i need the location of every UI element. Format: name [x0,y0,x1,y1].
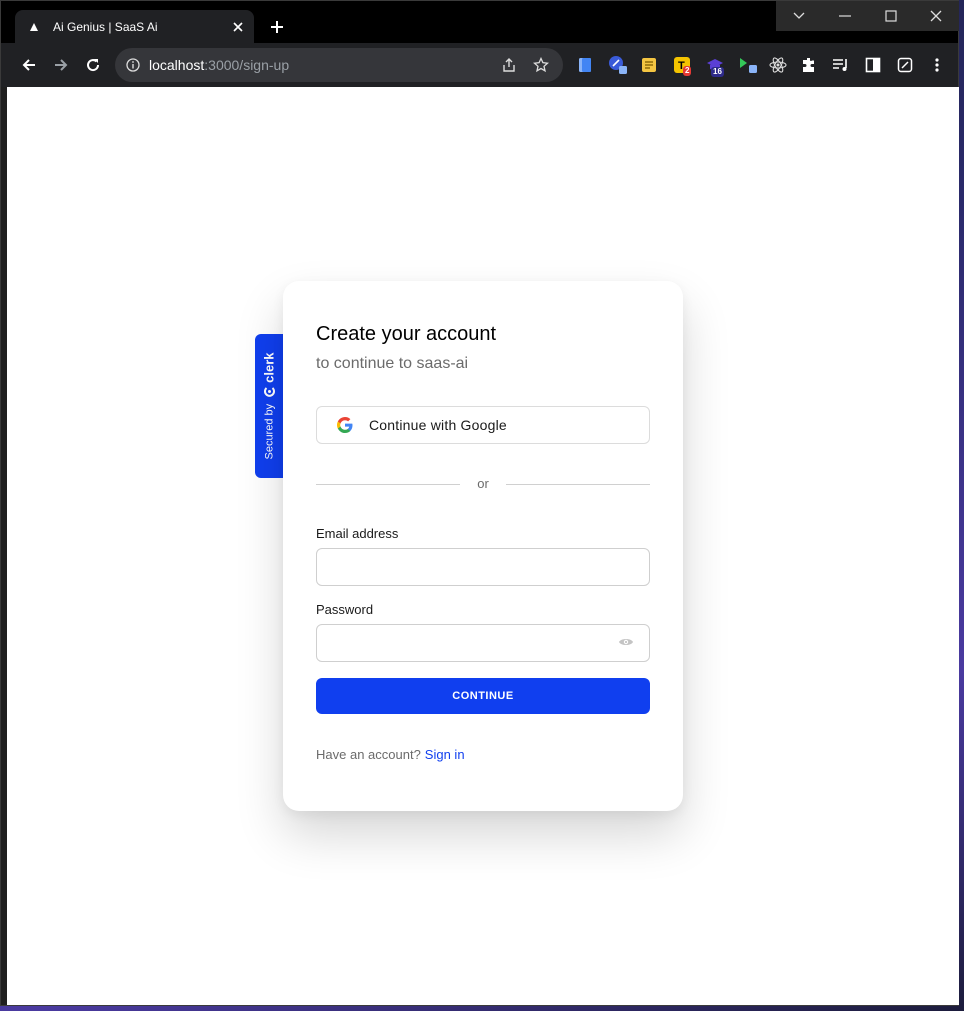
sign-in-link[interactable]: Sign in [425,747,465,762]
google-button-label: Continue with Google [369,417,507,433]
clerk-brand: clerk [261,352,277,398]
browser-toolbar: localhost:3000/sign-up T 2 16 [1,43,958,87]
page-subtitle: to continue to saas-ai [316,355,469,372]
page-content: Secured by clerk Create your account to … [7,87,959,1005]
reload-button[interactable] [79,51,107,79]
more-menu-icon[interactable] [927,55,947,75]
password-label: Password [316,602,374,617]
tab-title: Ai Genius | SaaS Ai [53,19,158,34]
signin-prompt-text: Have an account? [316,747,421,762]
tab-close-icon[interactable] [230,19,246,35]
tab-search-button[interactable] [776,1,822,31]
docs-ext-icon[interactable] [575,55,595,75]
reload-icon [87,59,100,72]
puzzle-extensions-icon[interactable] [799,55,819,75]
divider-line [506,484,650,485]
url-text: localhost:3000/sign-up [149,57,290,73]
arrow-left-icon [22,59,35,71]
google-logo-icon [337,417,353,433]
media-controls-icon[interactable] [831,55,851,75]
page-title: Create your account [316,323,497,345]
signin-prompt: Have an account? Sign in [316,747,465,762]
close-window-button[interactable] [913,1,959,31]
translate-ext-icon[interactable] [608,55,628,75]
email-label: Email address [316,526,399,541]
arrow-right-icon [55,59,68,71]
secured-by-clerk-badge[interactable]: Secured by clerk [255,334,283,478]
back-button[interactable] [15,51,43,79]
new-tab-button[interactable] [263,15,291,39]
address-bar[interactable]: localhost:3000/sign-up [115,48,563,82]
continue-button[interactable]: CONTINUE [316,678,650,714]
tampermonkey-ext-icon[interactable]: T 2 [672,55,692,76]
react-devtools-icon[interactable] [768,55,788,75]
triangle-favicon-icon [29,22,39,32]
bookmark-star-icon[interactable] [531,55,551,75]
or-divider: or [316,476,650,492]
share-icon[interactable] [499,55,519,75]
minimize-button[interactable] [822,1,868,31]
tab-strip: Ai Genius | SaaS Ai [1,1,959,43]
secured-by-text: Secured by [263,403,275,460]
signup-card: Create your account to continue to saas-… [283,281,683,811]
browser-tab[interactable]: Ai Genius | SaaS Ai [15,10,254,43]
notion-ext-icon[interactable] [895,55,915,75]
info-icon[interactable] [125,57,141,73]
clerk-logo-icon [263,387,275,398]
email-field[interactable] [316,548,650,586]
show-password-eye-icon[interactable] [617,635,635,649]
browser-window: Ai Genius | SaaS Ai localhost:3000/sign-… [0,0,959,1006]
notes-ext-icon[interactable] [639,55,659,75]
grad-cap-ext-icon[interactable]: 16 [705,55,725,77]
side-panel-icon[interactable] [863,55,883,75]
ext-badge: 2 [683,66,692,76]
video-ext-icon[interactable] [738,55,758,75]
password-field[interactable] [316,624,650,662]
clerk-brand-text: clerk [261,352,277,383]
continue-with-google-button[interactable]: Continue with Google [316,406,650,444]
forward-button[interactable] [47,51,75,79]
ext-badge: 16 [711,67,724,77]
maximize-button[interactable] [868,1,914,31]
